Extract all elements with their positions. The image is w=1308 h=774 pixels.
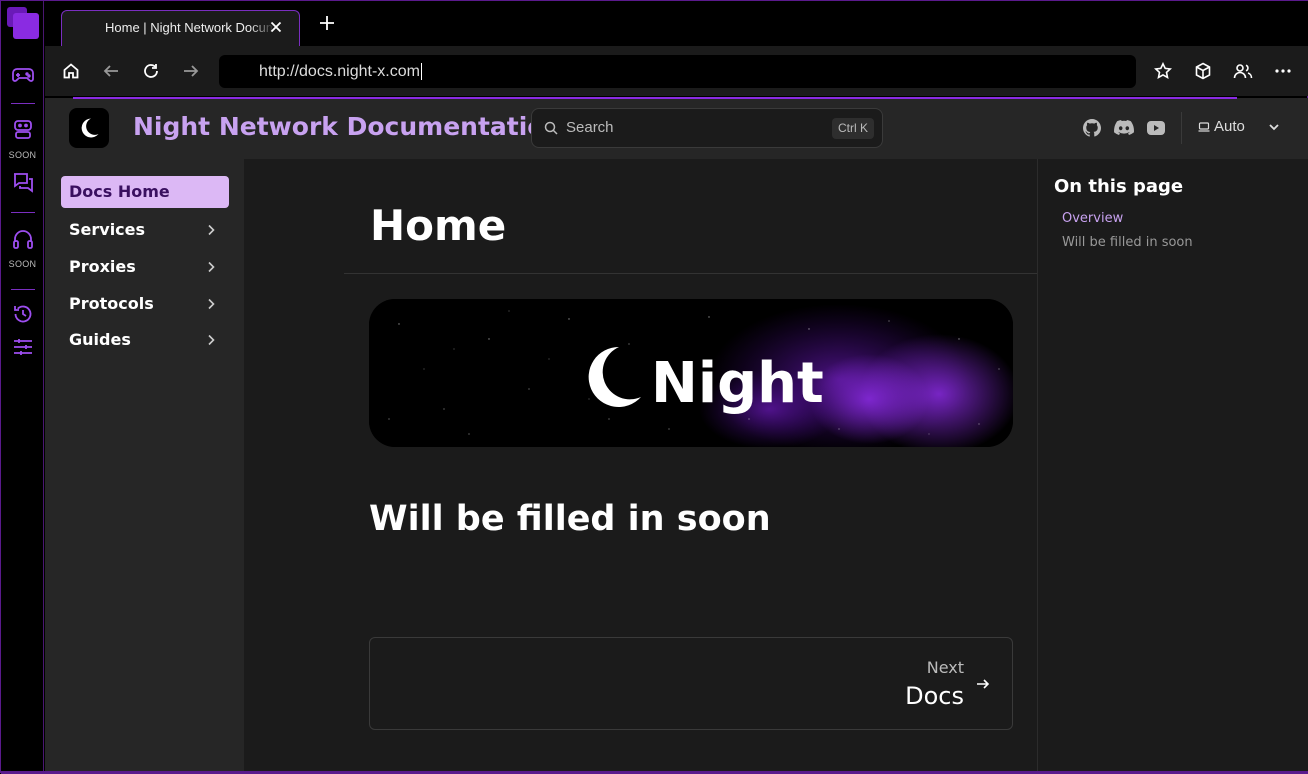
tab-title: Home | Night Network Documentation — [105, 20, 275, 35]
toc-link-will-be-filled[interactable]: Will be filled in soon — [1062, 235, 1193, 250]
sidebar-item-label: Services — [69, 220, 146, 239]
section-heading: Will be filled in soon — [369, 499, 771, 539]
forward-arrow-icon[interactable] — [181, 61, 201, 81]
page-title: Home — [370, 201, 507, 250]
sidebar-item-label: Proxies — [69, 257, 136, 276]
gamepad-icon[interactable] — [9, 63, 37, 87]
package-icon[interactable] — [1193, 61, 1213, 81]
more-icon[interactable] — [1273, 61, 1293, 81]
tab-active[interactable]: Home | Night Network Documentation — [61, 10, 300, 46]
next-label: Next — [926, 658, 964, 677]
browser-window: SOON SOON Home | Night Network Documenta… — [0, 0, 1308, 774]
sidebar-item-protocols[interactable]: Protocols — [61, 288, 229, 320]
app-logo-icon[interactable] — [7, 7, 39, 39]
tab-strip: Home | Night Network Documentation — [45, 1, 1308, 46]
headphones-icon[interactable] — [9, 227, 37, 251]
chevron-right-icon — [208, 298, 215, 310]
sliders-icon[interactable] — [9, 335, 37, 359]
search-icon — [544, 121, 558, 135]
rail-divider — [11, 289, 35, 290]
next-page-link[interactable]: Next Docs — [369, 637, 1013, 730]
theme-label: Auto — [1214, 118, 1245, 135]
chevron-right-icon — [208, 334, 215, 346]
main-content: Home Night Will be filled in soon Next D… — [244, 159, 1037, 773]
accent-line — [73, 97, 1237, 99]
close-icon[interactable] — [268, 19, 284, 35]
search-shortcut: Ctrl K — [832, 118, 874, 139]
chevron-right-icon — [208, 261, 215, 273]
soon-badge: SOON — [8, 259, 37, 269]
chevron-right-icon — [208, 224, 215, 236]
moon-logo-icon[interactable] — [69, 108, 109, 148]
soon-badge: SOON — [8, 150, 37, 160]
navbar-divider — [1181, 112, 1182, 144]
rail-divider — [11, 212, 35, 213]
toc-link-overview[interactable]: Overview — [1062, 211, 1123, 226]
robot-icon[interactable] — [9, 117, 37, 141]
docs-sidebar: Docs Home Services Proxies Protocols Gui… — [45, 159, 244, 773]
site-navbar: Night Network Documentation Search Ctrl … — [45, 98, 1308, 159]
new-tab-button[interactable] — [317, 13, 337, 33]
table-of-contents: On this page Overview Will be filled in … — [1037, 159, 1308, 773]
sidebar-item-docs-home[interactable]: Docs Home — [61, 176, 229, 208]
sidebar-item-proxies[interactable]: Proxies — [61, 251, 229, 283]
sidebar-item-label: Guides — [69, 330, 131, 349]
sidebar-item-guides[interactable]: Guides — [61, 324, 229, 356]
chat-icon[interactable] — [9, 170, 37, 194]
browser-toolbar: http://docs.night-x.com — [45, 46, 1308, 96]
laptop-icon — [1198, 121, 1210, 132]
search-placeholder: Search — [566, 119, 614, 136]
sidebar-item-services[interactable]: Services — [61, 214, 229, 246]
chevron-down-icon[interactable] — [1265, 118, 1283, 136]
address-bar[interactable]: http://docs.night-x.com — [219, 55, 1136, 88]
next-page-title: Docs — [905, 682, 964, 710]
history-icon[interactable] — [9, 302, 37, 326]
arrow-right-icon — [977, 679, 990, 689]
youtube-icon[interactable] — [1146, 118, 1166, 138]
github-icon[interactable] — [1082, 118, 1102, 138]
toc-title: On this page — [1054, 176, 1184, 197]
sidebar-item-label: Docs Home — [69, 182, 170, 201]
night-banner-image: Night — [369, 299, 1013, 447]
theme-select[interactable]: Auto — [1198, 118, 1245, 135]
site-title[interactable]: Night Network Documentation — [133, 112, 562, 141]
discord-icon[interactable] — [1114, 118, 1134, 138]
back-arrow-icon[interactable] — [101, 61, 121, 81]
banner-text: Night — [651, 351, 824, 416]
reload-icon[interactable] — [141, 61, 161, 81]
star-icon[interactable] — [1153, 61, 1173, 81]
rail-divider — [11, 103, 35, 104]
url-text[interactable]: http://docs.night-x.com — [259, 63, 422, 80]
users-icon[interactable] — [1233, 61, 1253, 81]
home-icon[interactable] — [61, 61, 81, 81]
search-input[interactable]: Search Ctrl K — [531, 108, 883, 148]
title-divider — [344, 273, 1037, 274]
sidebar-item-label: Protocols — [69, 294, 154, 313]
app-rail: SOON SOON — [1, 1, 44, 774]
